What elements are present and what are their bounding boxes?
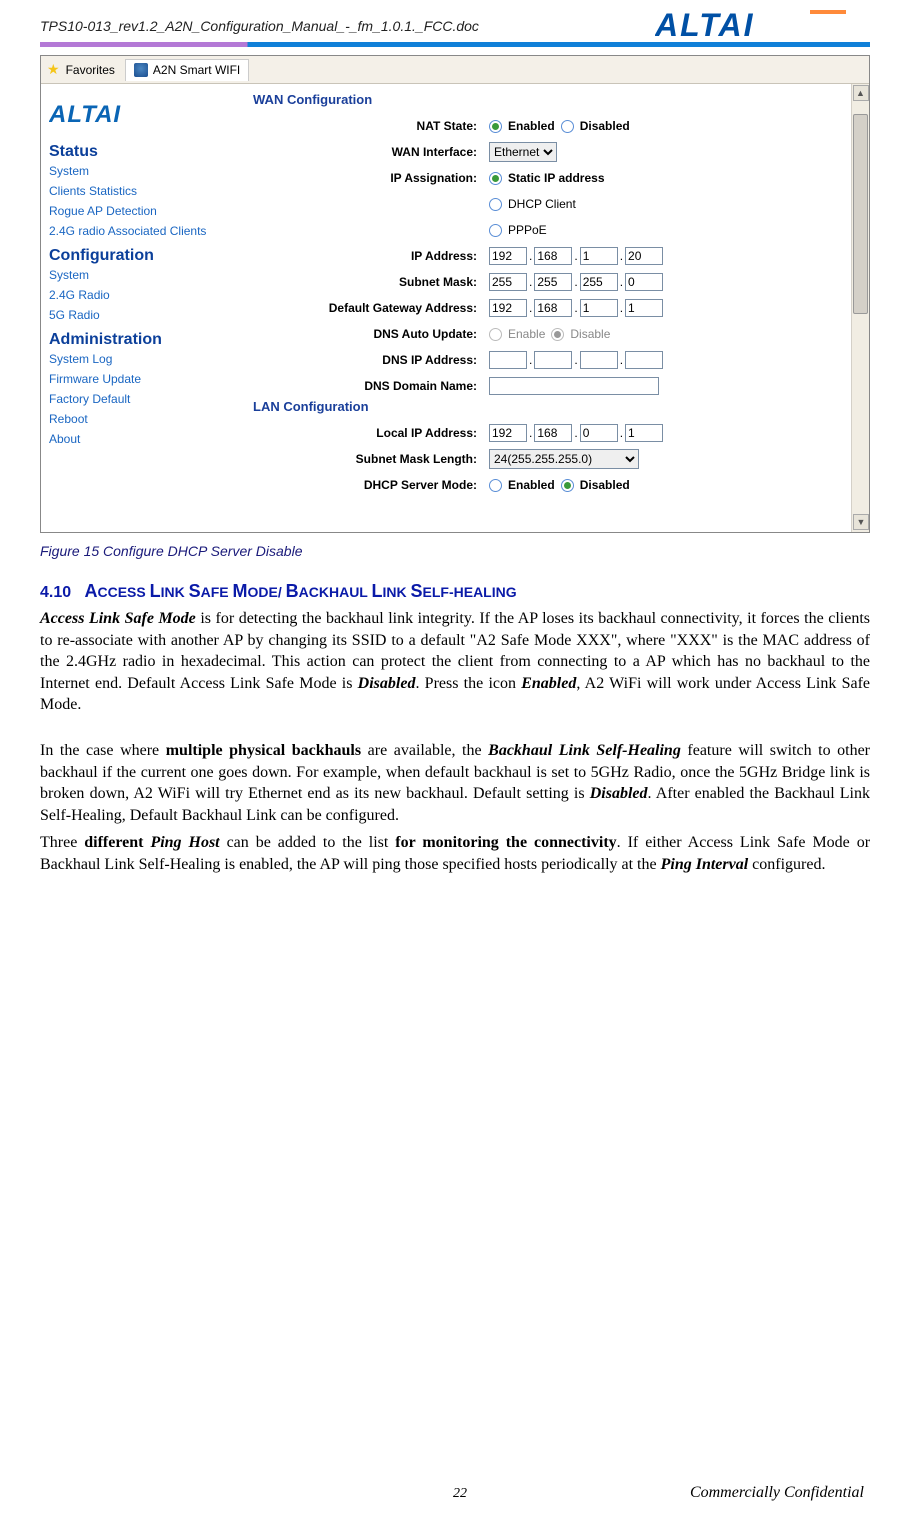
lan-config-heading: LAN Configuration bbox=[249, 399, 847, 414]
sidebar-item-factory-default[interactable]: Factory Default bbox=[49, 389, 241, 409]
dhcp-enabled-text: Enabled bbox=[508, 478, 555, 492]
sidebar-item-5g-radio[interactable]: 5G Radio bbox=[49, 305, 241, 325]
main-panel: WAN Configuration NAT State: Enabled Dis… bbox=[249, 84, 851, 532]
dns-enable-text: Enable bbox=[508, 327, 545, 341]
dns-enable-radio[interactable] bbox=[489, 328, 502, 341]
scrollbar[interactable]: ▲ ▼ bbox=[851, 84, 869, 532]
section-heading: 4.10 ACCESS LINK SAFE MODE/ BACKHAUL LIN… bbox=[40, 581, 870, 602]
nat-enabled-radio[interactable] bbox=[489, 120, 502, 133]
paragraph-1: Access Link Safe Mode is for detecting t… bbox=[40, 608, 870, 716]
figure-caption: Figure 15 Configure DHCP Server Disable bbox=[40, 543, 870, 559]
wan-config-heading: WAN Configuration bbox=[249, 92, 847, 107]
gateway-input[interactable]: ... bbox=[489, 299, 847, 317]
sidebar-item-cfg-system[interactable]: System bbox=[49, 265, 241, 285]
sidebar-item-system[interactable]: System bbox=[49, 161, 241, 181]
dns-disable-radio[interactable] bbox=[551, 328, 564, 341]
sidebar: ALTAI Status System Clients Statistics R… bbox=[41, 84, 249, 532]
dns-domain-label: DNS Domain Name: bbox=[249, 379, 489, 393]
nat-disabled-text: Disabled bbox=[580, 119, 630, 133]
sidebar-item-clients-stats[interactable]: Clients Statistics bbox=[49, 181, 241, 201]
browser-tab[interactable]: A2N Smart WIFI bbox=[125, 59, 249, 81]
subnet-mask-label: Subnet Mask: bbox=[249, 275, 489, 289]
dhcp-disabled-text: Disabled bbox=[580, 478, 630, 492]
dhcp-client-text: DHCP Client bbox=[508, 197, 576, 211]
sidebar-config-heading: Configuration bbox=[49, 247, 241, 265]
dns-auto-label: DNS Auto Update: bbox=[249, 327, 489, 341]
dhcp-client-radio[interactable] bbox=[489, 198, 502, 211]
sidebar-item-24g-radio[interactable]: 2.4G Radio bbox=[49, 285, 241, 305]
static-ip-radio[interactable] bbox=[489, 172, 502, 185]
pppoe-text: PPPoE bbox=[508, 223, 547, 237]
local-ip-input[interactable]: ... bbox=[489, 424, 847, 442]
ip-assignation-label: IP Assignation: bbox=[249, 171, 489, 185]
dhcp-mode-label: DHCP Server Mode: bbox=[249, 478, 489, 492]
paragraph-2: In the case where multiple physical back… bbox=[40, 740, 870, 826]
scroll-up-icon[interactable]: ▲ bbox=[853, 85, 869, 101]
nat-enabled-text: Enabled bbox=[508, 119, 555, 133]
dhcp-disabled-radio[interactable] bbox=[561, 479, 574, 492]
local-ip-label: Local IP Address: bbox=[249, 426, 489, 440]
browser-favorites-bar: ★ Favorites A2N Smart WIFI bbox=[41, 56, 869, 84]
mask-length-select[interactable]: 24(255.255.255.0) bbox=[489, 449, 639, 469]
tab-favicon bbox=[134, 63, 148, 77]
dns-ip-input[interactable]: ... bbox=[489, 351, 847, 369]
svg-text:ALTAI: ALTAI bbox=[49, 101, 121, 128]
star-icon: ★ bbox=[47, 61, 60, 78]
sidebar-admin-heading: Administration bbox=[49, 331, 241, 349]
mask-length-label: Subnet Mask Length: bbox=[249, 452, 489, 466]
wan-interface-select[interactable]: Ethernet bbox=[489, 142, 557, 162]
dns-ip-label: DNS IP Address: bbox=[249, 353, 489, 367]
svg-text:ALTAI: ALTAI bbox=[655, 7, 754, 43]
dns-domain-input[interactable] bbox=[489, 377, 659, 395]
sidebar-item-firmware[interactable]: Firmware Update bbox=[49, 369, 241, 389]
sidebar-item-rogue-ap[interactable]: Rogue AP Detection bbox=[49, 201, 241, 221]
tab-title: A2N Smart WIFI bbox=[153, 63, 240, 77]
sidebar-item-24g-clients[interactable]: 2.4G radio Associated Clients bbox=[49, 221, 241, 241]
confidential-notice: Commercially Confidential bbox=[690, 1484, 864, 1502]
wan-interface-label: WAN Interface: bbox=[249, 145, 489, 159]
sidebar-item-about[interactable]: About bbox=[49, 429, 241, 449]
favorites-label: Favorites bbox=[66, 63, 115, 77]
nat-state-label: NAT State: bbox=[249, 119, 489, 133]
static-ip-text: Static IP address bbox=[508, 171, 605, 185]
ip-address-label: IP Address: bbox=[249, 249, 489, 263]
dns-disable-text: Disable bbox=[570, 327, 610, 341]
altai-logo-sidebar: ALTAI bbox=[49, 96, 241, 135]
pppoe-radio[interactable] bbox=[489, 224, 502, 237]
sidebar-item-reboot[interactable]: Reboot bbox=[49, 409, 241, 429]
subnet-mask-input[interactable]: ... bbox=[489, 273, 847, 291]
gateway-label: Default Gateway Address: bbox=[249, 301, 489, 315]
sidebar-item-system-log[interactable]: System Log bbox=[49, 349, 241, 369]
scroll-down-icon[interactable]: ▼ bbox=[853, 514, 869, 530]
scroll-thumb[interactable] bbox=[853, 114, 868, 314]
paragraph-3: Three different Ping Host can be added t… bbox=[40, 832, 870, 875]
sidebar-status-heading: Status bbox=[49, 143, 241, 161]
nat-disabled-radio[interactable] bbox=[561, 120, 574, 133]
dhcp-enabled-radio[interactable] bbox=[489, 479, 502, 492]
config-screenshot: ★ Favorites A2N Smart WIFI ALTAI Status … bbox=[40, 55, 870, 533]
altai-logo-top: ALTAI bbox=[655, 2, 865, 53]
ip-address-input[interactable]: ... bbox=[489, 247, 847, 265]
